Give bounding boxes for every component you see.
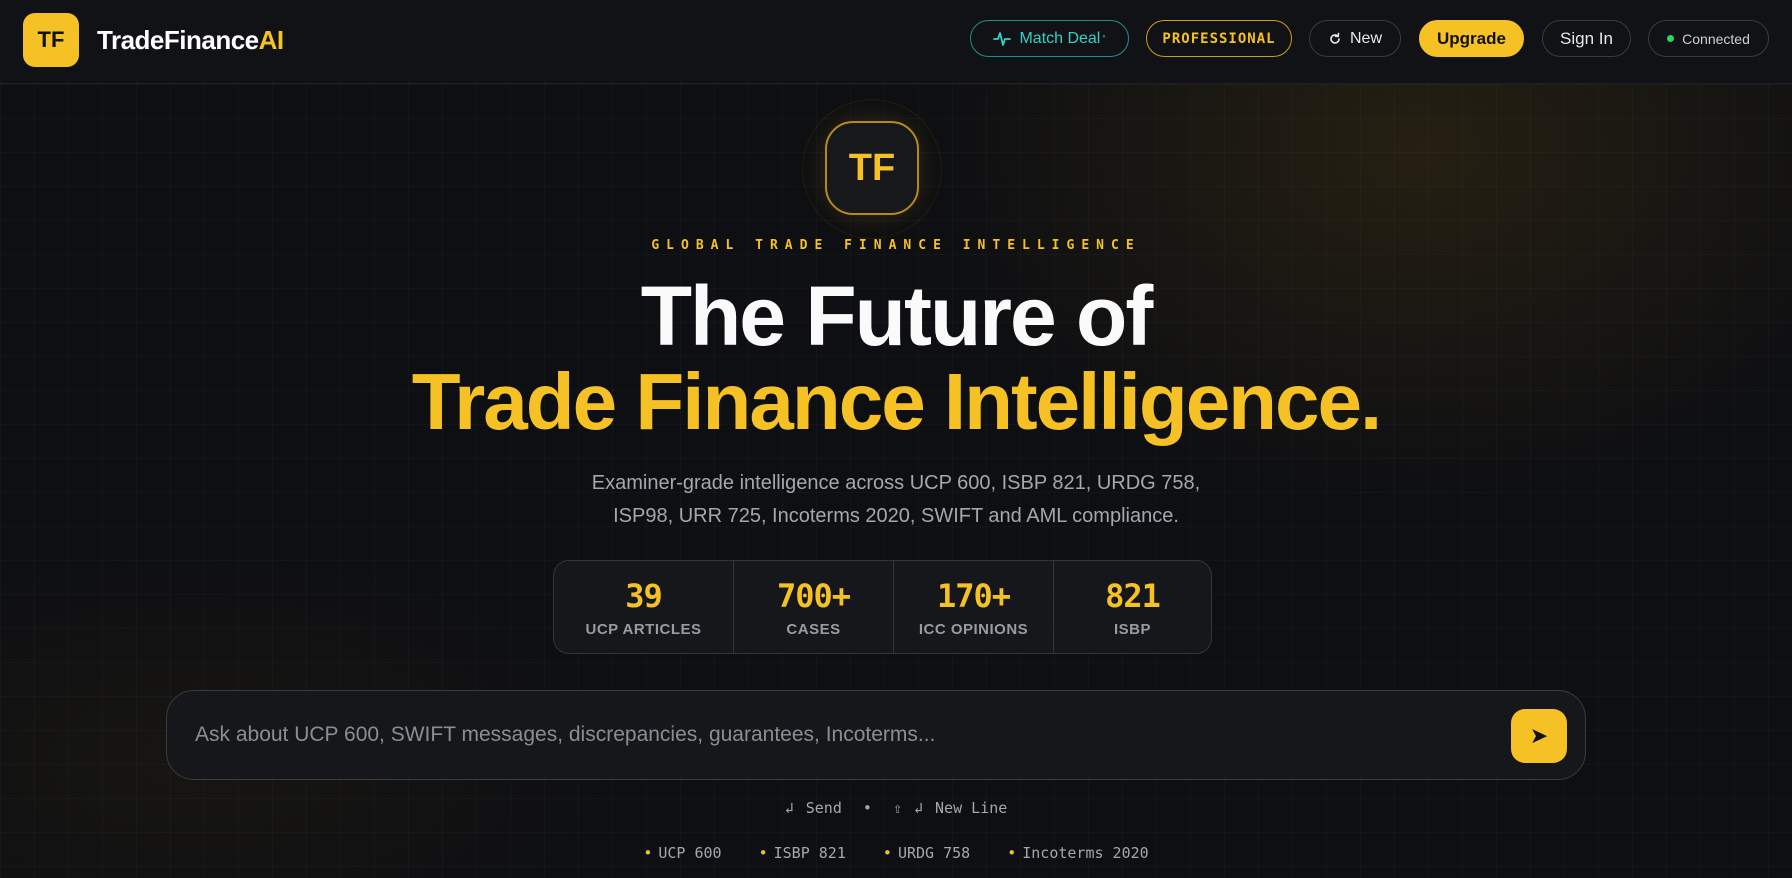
- topic-tag-label: Incoterms 2020: [1022, 844, 1149, 862]
- stat-label: CASES: [786, 620, 841, 638]
- top-navbar: TF TradeFinanceAI Match Deal ° PROFESSION…: [0, 0, 1792, 84]
- send-hint-label: Send: [805, 799, 842, 817]
- stat-label: UCP ARTICLES: [585, 620, 702, 638]
- app-logo[interactable]: TF: [23, 13, 79, 67]
- hero-description: Examiner-grade intelligence across UCP 6…: [0, 467, 1792, 533]
- chat-input-box: ➤: [166, 690, 1586, 780]
- keyboard-hints: ↲ Send • ⇧ ↲ New Line: [0, 799, 1792, 817]
- bullet-icon: •: [1007, 844, 1017, 862]
- enter-key-icon: ↲: [914, 799, 924, 817]
- brand-main: TradeFinance: [97, 25, 259, 55]
- topic-tag[interactable]: • Incoterms 2020: [1007, 844, 1148, 862]
- enter-key-icon: ↲: [784, 799, 794, 817]
- topic-tag[interactable]: • UCP 600: [643, 844, 721, 862]
- bullet-icon: •: [758, 844, 768, 862]
- topic-tags: • UCP 600 • ISBP 821 • URDG 758 • Incoterms …: [0, 844, 1792, 862]
- topic-tag[interactable]: • URDG 758: [883, 844, 970, 862]
- send-button[interactable]: ➤: [1511, 709, 1567, 763]
- stat-ucp-articles: 39 UCP ARTICLES: [554, 561, 734, 653]
- match-deal-button[interactable]: Match Deal °: [970, 20, 1129, 57]
- new-chat-button[interactable]: New: [1309, 20, 1401, 57]
- bullet-icon: •: [882, 844, 892, 862]
- bullet-icon: •: [643, 844, 653, 862]
- topic-tag-label: UCP 600: [658, 844, 722, 862]
- sign-in-button[interactable]: Sign In: [1542, 20, 1631, 57]
- stat-value: 700+: [776, 576, 851, 615]
- upgrade-label: Upgrade: [1437, 28, 1506, 48]
- hero-description-line2: ISP98, URR 725, Incoterms 2020, SWIFT an…: [613, 505, 1179, 527]
- logo-text: TF: [37, 27, 65, 52]
- brand-suffix: AI: [258, 25, 285, 55]
- new-chat-label: New: [1349, 29, 1382, 47]
- stat-value: 821: [1105, 576, 1161, 615]
- stat-value: 39: [625, 576, 663, 615]
- stat-label: ISBP: [1113, 620, 1151, 638]
- hero-description-line1: Examiner-grade intelligence across UCP 6…: [591, 472, 1201, 494]
- newline-hint-label: New Line: [935, 799, 1008, 817]
- topic-tag-label: URDG 758: [897, 844, 971, 862]
- plan-badge-label: PROFESSIONAL: [1162, 30, 1276, 47]
- refresh-icon: [1330, 32, 1340, 44]
- send-arrow-icon: ➤: [1529, 723, 1549, 748]
- hero-kicker: GLOBAL TRADE FINANCE INTELLIGENCE: [651, 238, 1141, 253]
- stat-value: 170+: [936, 576, 1011, 615]
- status-dot-icon: [1667, 35, 1675, 42]
- pulse-icon: [993, 31, 1012, 46]
- hero-logo: TF: [825, 121, 919, 215]
- sign-in-label: Sign In: [1560, 28, 1613, 48]
- match-deal-mark: °: [1102, 34, 1106, 43]
- upgrade-button[interactable]: Upgrade: [1419, 20, 1524, 57]
- connection-status: Connected: [1648, 20, 1769, 57]
- stat-cases: 700+ CASES: [734, 561, 894, 653]
- stat-icc-opinions: 170+ ICC OPINIONS: [894, 561, 1054, 653]
- topic-tag-label: ISBP 821: [773, 844, 846, 862]
- connection-status-label: Connected: [1682, 30, 1750, 47]
- hero-title-line2: Trade Finance Intelligence.: [411, 357, 1383, 446]
- hero-title-line1: The Future of: [640, 269, 1154, 363]
- hint-separator: •: [862, 799, 872, 817]
- match-deal-label: Match Deal: [1019, 29, 1101, 47]
- stat-label: ICC OPINIONS: [918, 620, 1029, 638]
- chat-input[interactable]: [195, 691, 1495, 779]
- stats-panel: 39 UCP ARTICLES 700+ CASES 170+ ICC OPIN…: [553, 560, 1212, 654]
- shift-key-icon: ⇧: [892, 799, 902, 817]
- brand-name[interactable]: TradeFinanceAI: [97, 25, 284, 56]
- hero-logo-text: TF: [848, 146, 896, 189]
- topic-tag[interactable]: • ISBP 821: [759, 844, 846, 862]
- plan-badge[interactable]: PROFESSIONAL: [1146, 20, 1292, 57]
- stat-isbp: 821 ISBP: [1054, 561, 1211, 653]
